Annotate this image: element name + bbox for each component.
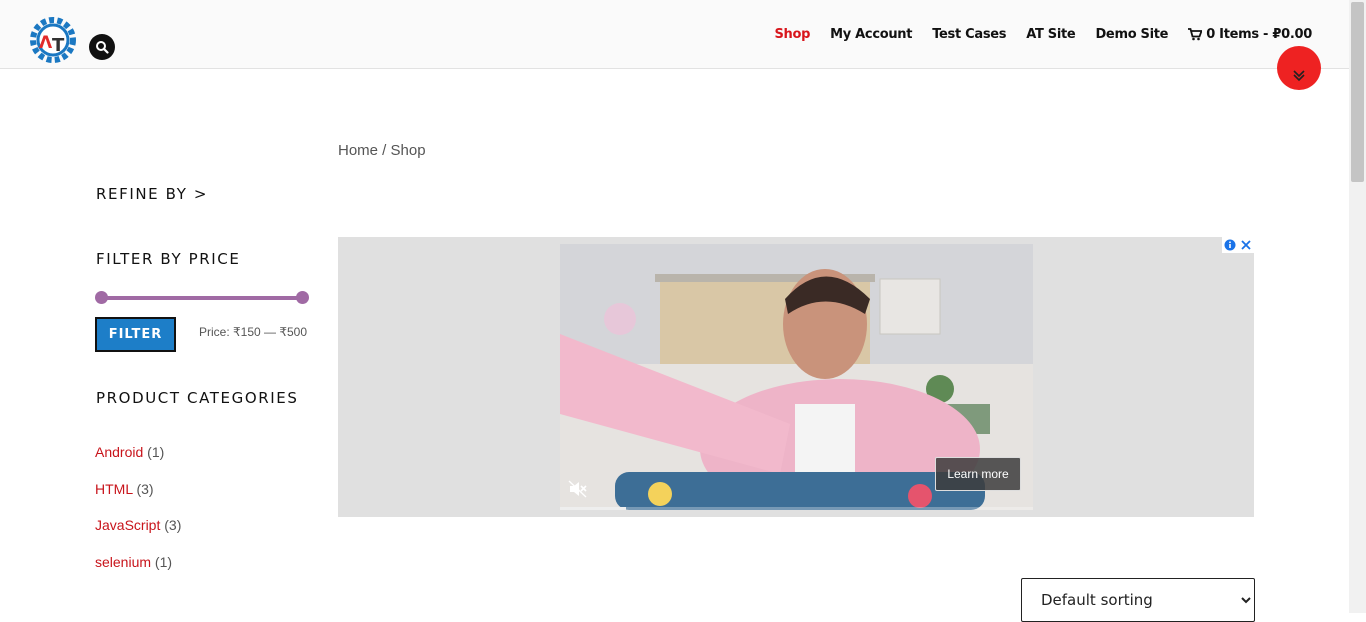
nav-shop[interactable]: Shop <box>774 27 810 42</box>
product-categories-heading: PRODUCT CATEGORIES <box>96 389 299 407</box>
video-ad[interactable]: Learn more <box>338 237 1254 517</box>
price-slider-track[interactable] <box>101 296 302 300</box>
search-icon <box>96 41 109 54</box>
svg-text:Λ: Λ <box>39 33 53 53</box>
breadcrumb-separator: / <box>378 142 391 159</box>
category-list: Android (1) HTML (3) JavaScript (3) sele… <box>95 444 181 591</box>
refine-by-heading[interactable]: REFINE BY > <box>96 185 208 203</box>
category-count: (1) <box>147 444 165 460</box>
price-range-label: Price: ₹150 — ₹500 <box>199 325 307 339</box>
filter-by-price-heading: FILTER BY PRICE <box>96 250 241 268</box>
gear-logo-icon: Λ T <box>30 17 76 63</box>
category-count: (3) <box>136 480 154 497</box>
info-icon[interactable] <box>1222 237 1238 253</box>
category-link-javascript[interactable]: JavaScript <box>95 517 160 533</box>
video-progress-bar[interactable] <box>560 507 1033 510</box>
site-logo[interactable]: Λ T <box>28 14 80 66</box>
price-slider-min-handle[interactable] <box>95 291 108 304</box>
category-link-html[interactable]: HTML <box>95 481 133 497</box>
ad-video[interactable]: Learn more <box>560 244 1033 510</box>
breadcrumb-home[interactable]: Home <box>338 142 378 159</box>
nav-test-cases[interactable]: Test Cases <box>932 27 1006 42</box>
cart-summary: 0 Items - ₽0.00 <box>1206 27 1312 42</box>
category-count: (3) <box>164 517 182 534</box>
sorting-select[interactable]: Default sorting <box>1021 578 1255 622</box>
category-item: HTML (3) <box>95 481 181 518</box>
ad-controls <box>1222 237 1254 253</box>
site-header: Λ T Shop My Account Test Cases AT Site D… <box>0 0 1349 69</box>
breadcrumb-current: Shop <box>390 142 426 159</box>
search-button[interactable] <box>89 34 115 60</box>
breadcrumb: Home / Shop <box>338 142 426 159</box>
cart-icon <box>1188 28 1203 41</box>
close-icon[interactable] <box>1238 237 1254 253</box>
mute-icon[interactable] <box>568 480 588 498</box>
filter-button[interactable]: FILTER <box>95 317 176 352</box>
price-slider-max-handle[interactable] <box>296 291 309 304</box>
nav-at-site[interactable]: AT Site <box>1026 27 1076 42</box>
category-link-selenium[interactable]: selenium <box>95 554 151 570</box>
category-count: (1) <box>154 554 173 571</box>
main-nav: Shop My Account Test Cases AT Site Demo … <box>774 27 1312 42</box>
scroll-down-button[interactable] <box>1277 46 1321 90</box>
video-progress-fill <box>560 507 627 510</box>
category-item: JavaScript (3) <box>95 517 181 554</box>
cart-link[interactable]: 0 Items - ₽0.00 <box>1188 27 1312 42</box>
scrollbar-thumb[interactable] <box>1351 2 1364 182</box>
svg-text:T: T <box>52 35 65 56</box>
category-item: selenium (1) <box>95 554 181 591</box>
nav-demo-site[interactable]: Demo Site <box>1095 27 1168 42</box>
category-item: Android (1) <box>95 444 181 481</box>
nav-my-account[interactable]: My Account <box>830 27 912 42</box>
category-link-android[interactable]: Android <box>95 444 143 460</box>
chevron-down-icon <box>1293 70 1305 82</box>
learn-more-button[interactable]: Learn more <box>935 457 1021 491</box>
